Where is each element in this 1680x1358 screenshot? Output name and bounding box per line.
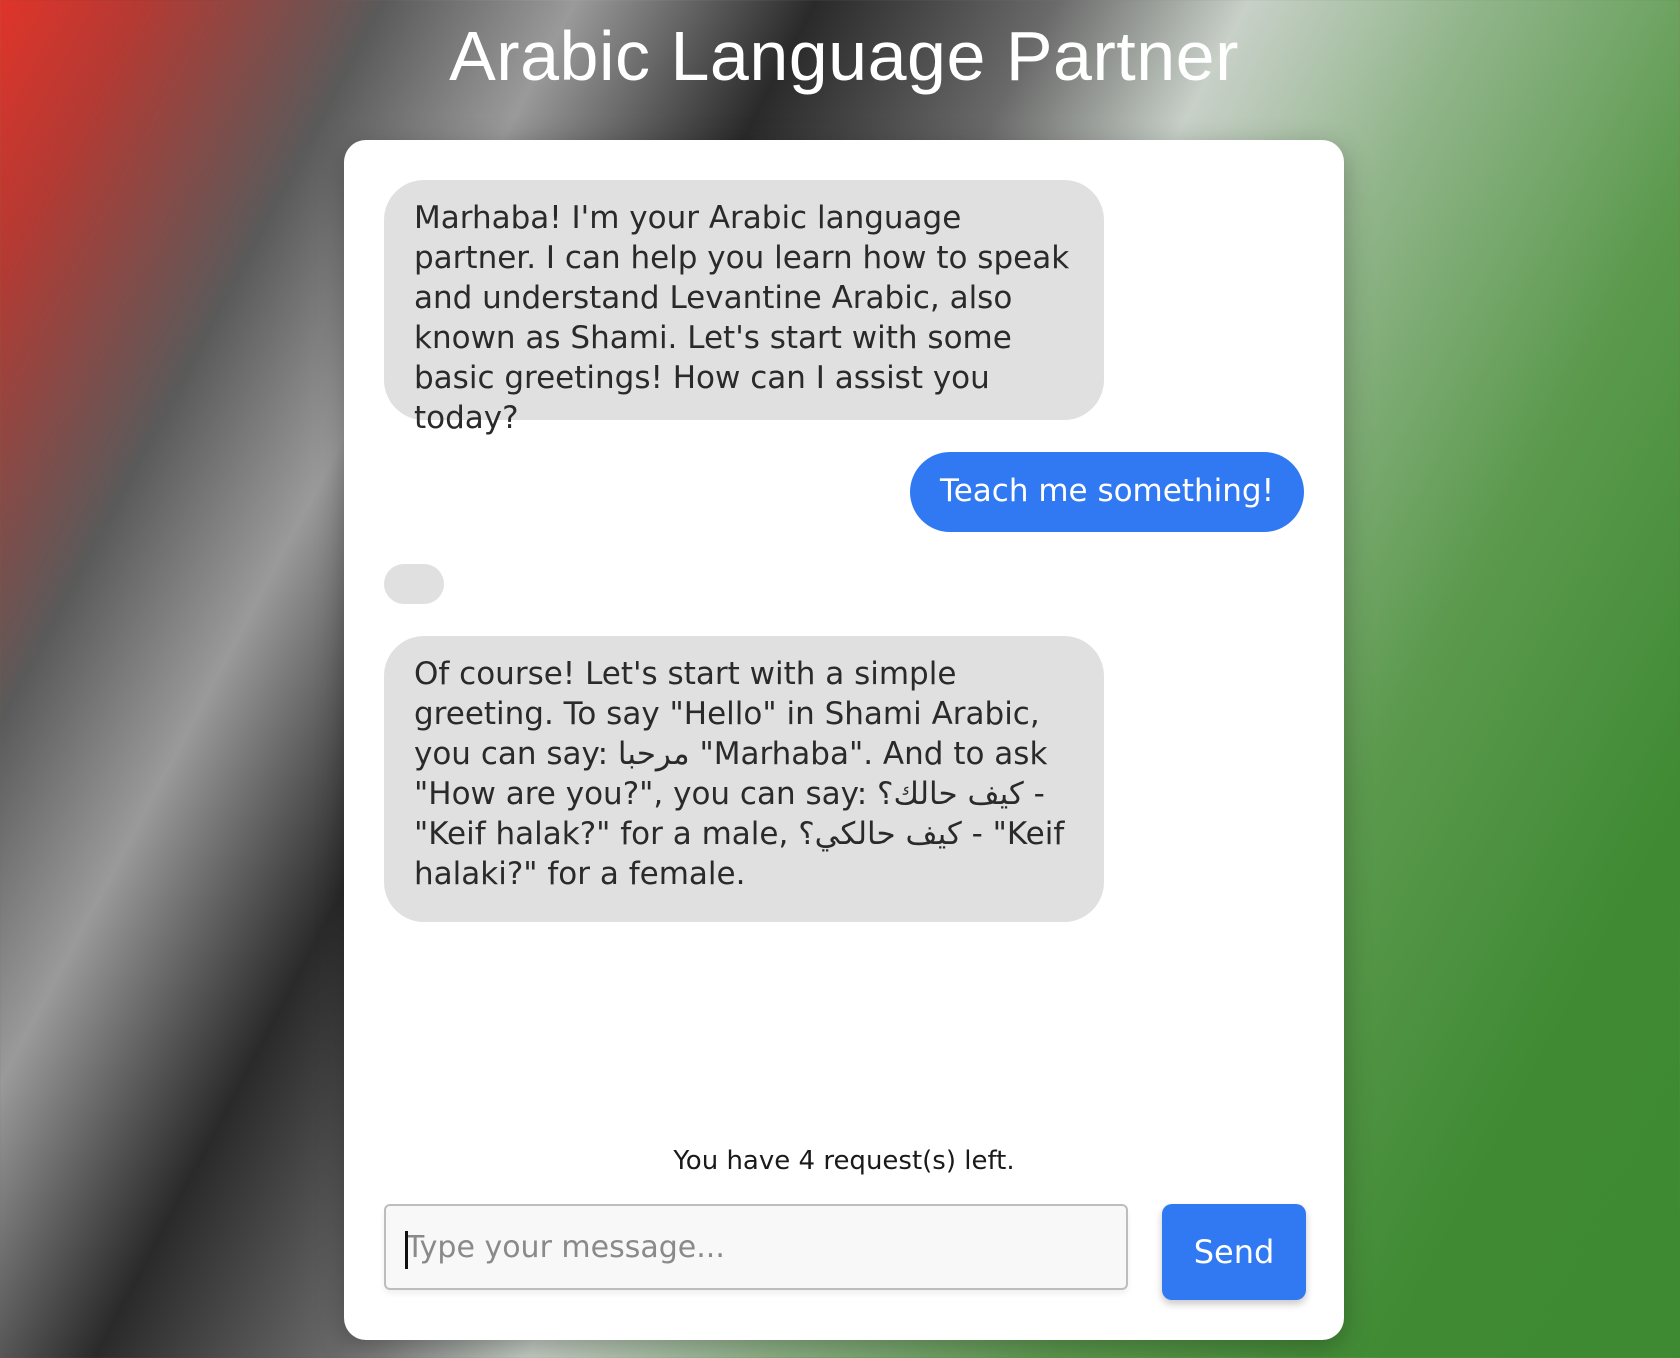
requests-remaining: You have 4 request(s) left. (673, 1146, 1015, 1176)
chat-card: Marhaba! I'm your Arabic language partne… (344, 140, 1344, 1340)
page-title: Arabic Language Partner (449, 17, 1239, 95)
message-input[interactable] (386, 1206, 1126, 1288)
send-button[interactable]: Send (1162, 1204, 1306, 1300)
user-message: Teach me something! (910, 452, 1304, 532)
typing-indicator (384, 564, 444, 604)
assistant-message: Of course! Let's start with a simple gre… (384, 636, 1104, 922)
message-input-container (384, 1204, 1128, 1290)
text-caret (405, 1231, 408, 1269)
assistant-message: Marhaba! I'm your Arabic language partne… (384, 180, 1104, 436)
